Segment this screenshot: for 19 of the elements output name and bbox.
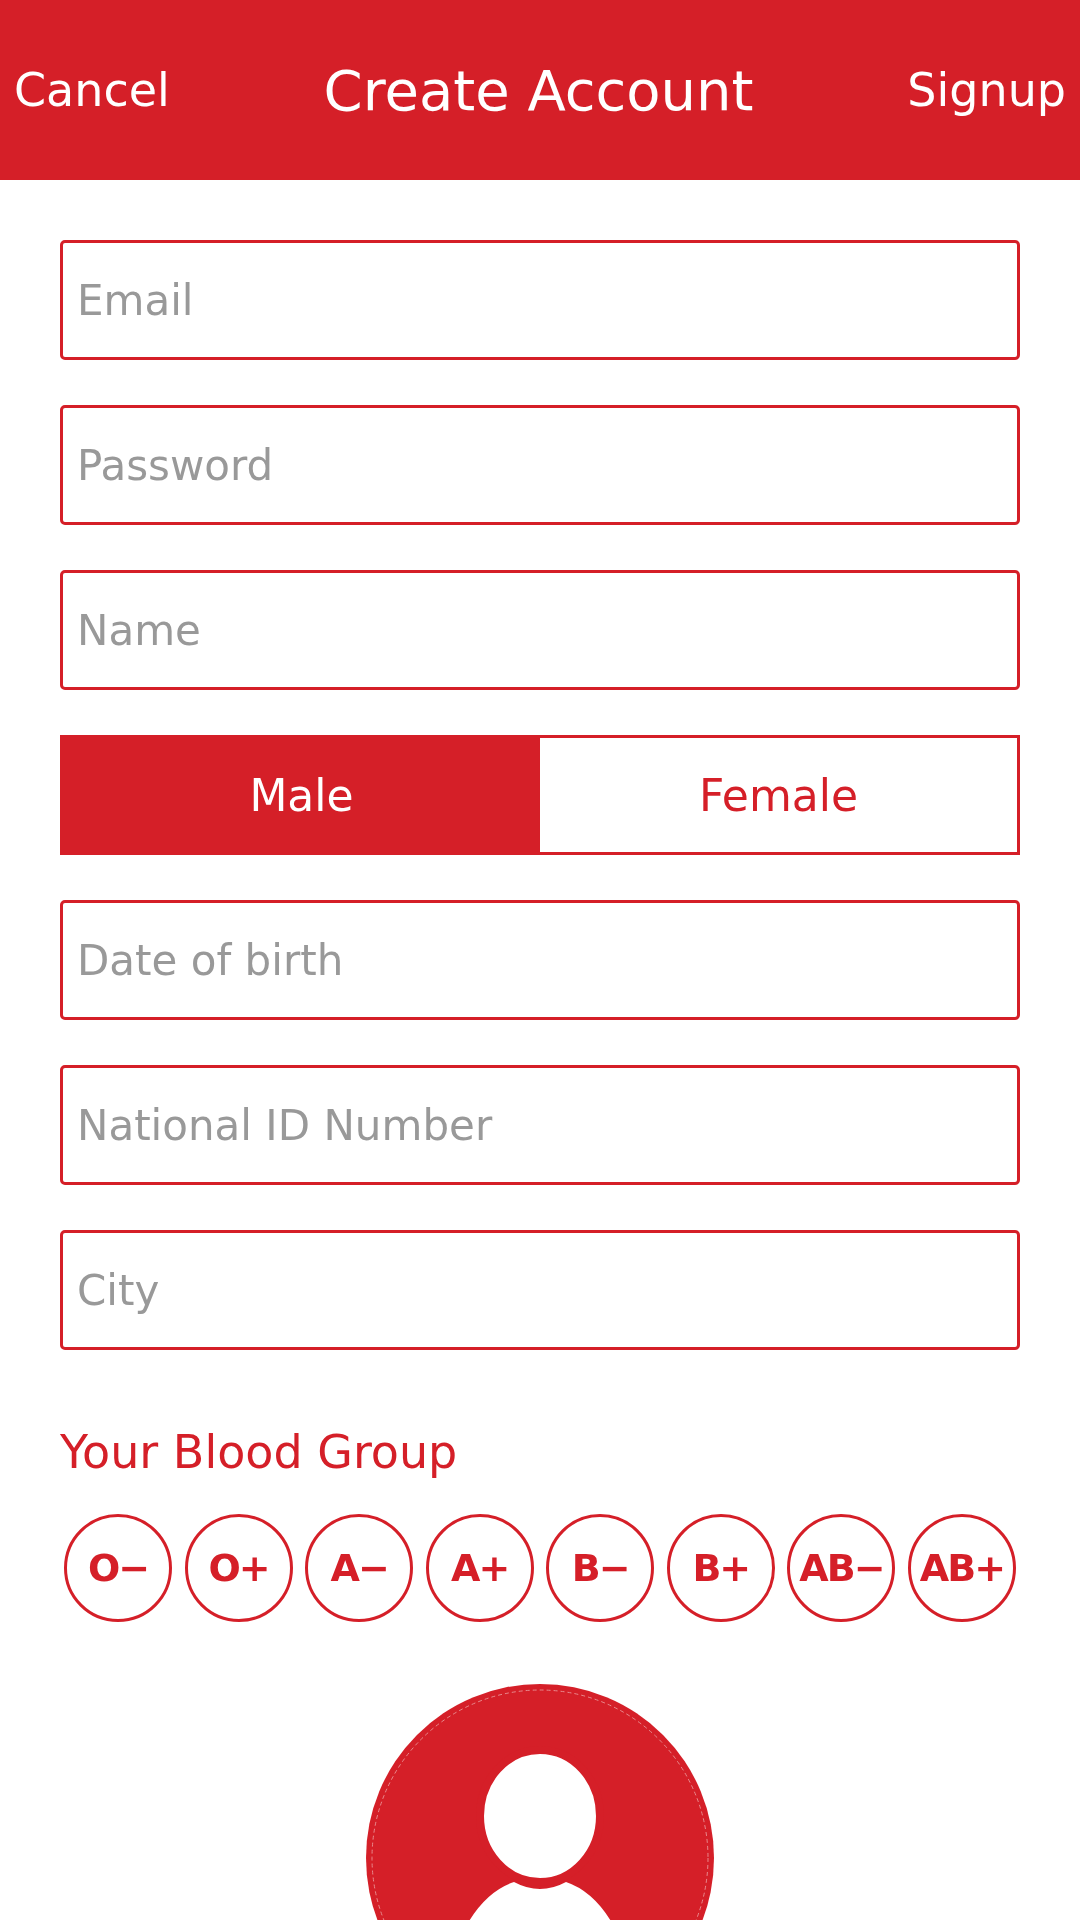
input-field[interactable]: Email bbox=[60, 240, 1020, 360]
blood-group-option[interactable]: B− bbox=[546, 1514, 655, 1622]
input-field[interactable]: Date of birth bbox=[60, 900, 1020, 1020]
blood-group-option[interactable]: AB+ bbox=[907, 1514, 1016, 1622]
blood-group-option[interactable]: B+ bbox=[666, 1514, 775, 1622]
blood-group-option[interactable]: AB− bbox=[787, 1514, 896, 1622]
blood-group-option[interactable]: A− bbox=[305, 1514, 414, 1622]
input-field[interactable]: City bbox=[60, 1230, 1020, 1350]
cancel-button[interactable]: Cancel bbox=[14, 63, 170, 117]
blood-group-option[interactable]: O− bbox=[64, 1514, 172, 1622]
page-title: Create Account bbox=[323, 57, 754, 123]
blood-group-option[interactable]: A+ bbox=[425, 1514, 534, 1622]
section-label: Your Blood Group bbox=[60, 1425, 459, 1479]
gender-option[interactable]: Male bbox=[63, 738, 540, 852]
input-field[interactable]: National ID Number bbox=[60, 1065, 1020, 1185]
input-field[interactable]: Name bbox=[60, 570, 1020, 690]
signup-button[interactable]: Signup bbox=[907, 63, 1066, 117]
input-field[interactable]: Password bbox=[60, 405, 1020, 525]
blood-group-option[interactable]: O+ bbox=[184, 1514, 293, 1622]
